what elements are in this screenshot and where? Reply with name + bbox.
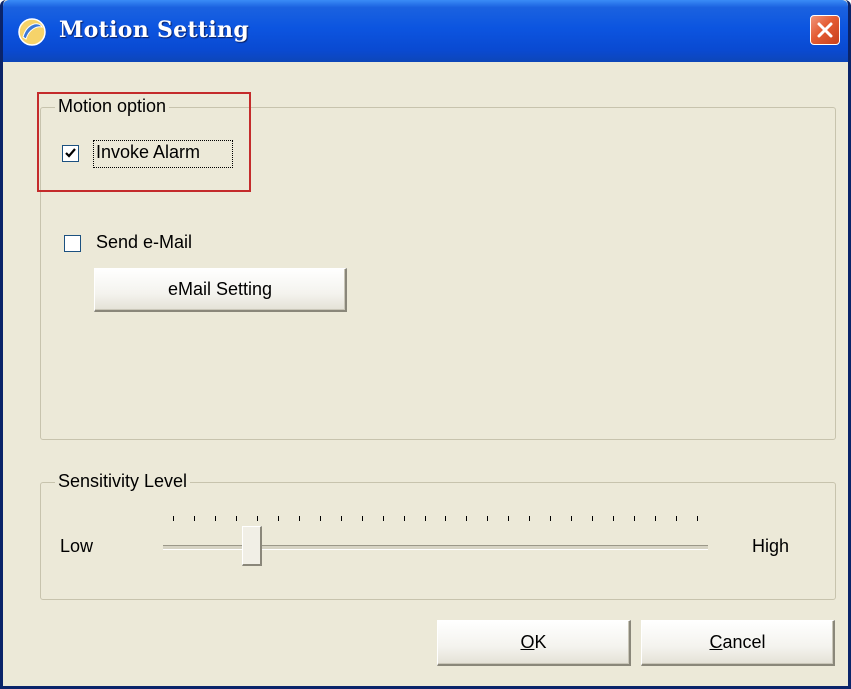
sensitivity-slider-thumb[interactable] [241,526,262,566]
cancel-mnemonic: C [709,632,723,652]
high-label: High [752,536,790,556]
slider-tick [571,516,573,521]
slider-tick [655,516,657,521]
slider-tick [613,516,615,521]
slider-tick [256,516,258,521]
slider-tick [550,516,552,521]
sensitivity-level-group [40,482,836,600]
slider-tick [445,516,447,521]
title-bar[interactable]: Motion Setting [3,0,848,62]
close-icon [817,22,833,38]
ok-mnemonic: O [520,632,535,652]
slider-tick [697,516,698,521]
slider-tick [382,516,384,521]
sensitivity-level-legend: Sensitivity Level [55,471,191,492]
slider-tick [676,516,678,521]
ok-label-rest: K [534,632,547,652]
cancel-button[interactable]: Cancel [641,620,835,666]
window-title: Motion Setting [59,17,250,43]
slider-tick [592,516,594,521]
slider-tick [235,516,237,521]
close-button[interactable] [810,15,840,45]
slider-tick [508,516,510,521]
low-label: Low [60,536,94,556]
slider-tick [298,516,300,521]
highlight-box [37,92,251,192]
send-email-label[interactable]: Send e-Mail [96,232,192,253]
cancel-label-rest: ancel [722,632,766,652]
slider-tick [424,516,426,521]
slider-tick [529,516,531,521]
slider-tick [466,516,468,521]
motion-setting-dialog: Motion Setting Motion option Invoke Alar… [0,0,851,689]
slider-tick [634,516,636,521]
ok-button[interactable]: OK [437,620,631,666]
slider-tick [173,516,174,521]
app-icon [17,17,47,47]
send-email-checkbox[interactable] [64,235,81,252]
slider-tick [340,516,342,521]
slider-tick [193,516,195,521]
slider-tick [319,516,321,521]
slider-tick [487,516,489,521]
slider-tick [214,516,216,521]
slider-tick [403,516,405,521]
slider-tick [277,516,279,521]
slider-tick [361,516,363,521]
email-setting-button[interactable]: eMail Setting [94,268,347,312]
